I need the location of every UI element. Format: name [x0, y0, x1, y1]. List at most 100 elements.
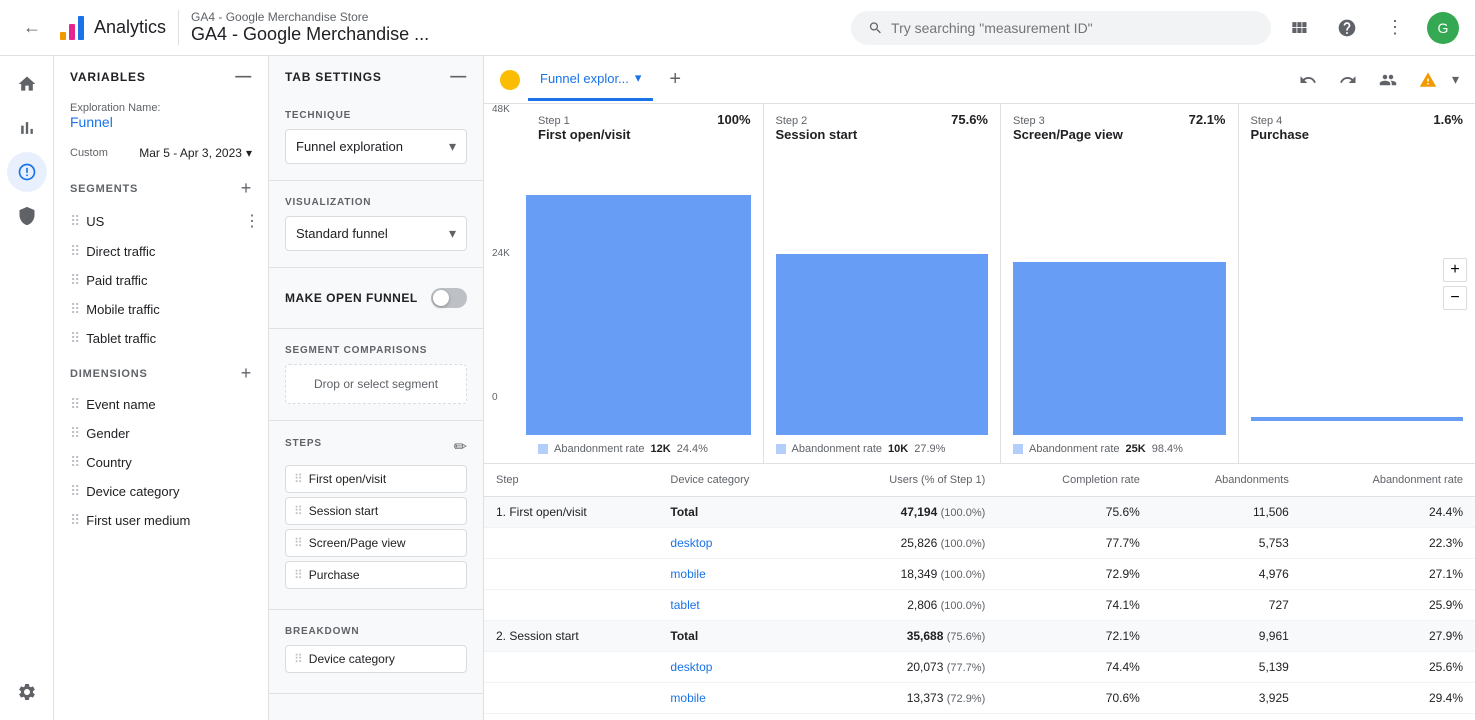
settings-icon: [17, 682, 37, 702]
share-button[interactable]: [1372, 64, 1404, 96]
step-1-abandonment: Abandonment rate 12K 24.4%: [526, 435, 763, 463]
segment-label-direct: Direct traffic: [86, 244, 260, 259]
redo-button[interactable]: [1332, 64, 1364, 96]
visualization-dropdown[interactable]: Standard funnel ▾: [285, 216, 467, 251]
abandonments-cell: 5,753: [1152, 528, 1301, 559]
ab-label: Abandonment rate: [1029, 443, 1120, 455]
grid-icon-button[interactable]: [1283, 12, 1315, 44]
steps-edit-button[interactable]: ✏: [454, 437, 467, 457]
users-cell: 2,079 (74.1%): [815, 714, 997, 720]
table-row: 2. Session start Total 35,688 (75.6%) 72…: [484, 621, 1475, 652]
ab-count-1: 12K: [651, 443, 671, 455]
users-cell: 25,826 (100.0%): [815, 528, 997, 559]
zoom-in-button[interactable]: +: [1443, 258, 1467, 282]
segment-drop-zone[interactable]: Drop or select segment: [285, 364, 467, 404]
device-cell-mobile: mobile: [658, 559, 814, 590]
steps-section: STEPS ✏ ⠿ First open/visit ⠿ Session sta…: [269, 421, 483, 610]
variables-minimize-button[interactable]: —: [235, 68, 252, 86]
step-cell-empty: [484, 652, 658, 683]
breakdown-device-category-item[interactable]: ⠿ Device category: [285, 645, 467, 673]
funnel-step-4-header: Step 4 Purchase 1.6%: [1239, 104, 1475, 150]
abandonment-rate-cell: 24.4%: [1301, 497, 1475, 528]
abandonments-cell: 727: [1152, 590, 1301, 621]
steps-label: STEPS: [285, 438, 322, 449]
step-1-bar-area: [526, 150, 763, 435]
step-cell: 2. Session start: [484, 621, 658, 652]
exploration-name-value[interactable]: Funnel: [70, 114, 252, 130]
col-header-device: Device category: [658, 464, 814, 497]
funnel-step-1-header: Step 1 First open/visit 100%: [526, 104, 763, 150]
zoom-out-button[interactable]: −: [1443, 286, 1467, 310]
funnel-exploration-tab[interactable]: Funnel explor... ▾: [528, 58, 653, 101]
segment-item-tablet-traffic[interactable]: ⠿ Tablet traffic: [54, 324, 268, 353]
segment-label-tablet: Tablet traffic: [86, 331, 260, 346]
step-item-screen-page-view[interactable]: ⠿ Screen/Page view: [285, 529, 467, 557]
device-cell-mobile: mobile: [658, 683, 814, 714]
drag-handle-icon: ⠿: [70, 454, 80, 471]
sidebar-item-reports[interactable]: [7, 108, 47, 148]
dimension-item-event-name[interactable]: ⠿ Event name: [54, 390, 268, 419]
tab-settings-minimize-button[interactable]: —: [450, 68, 467, 86]
step-3-percent: 72.1%: [1189, 112, 1226, 127]
abandonments-cell: 5,139: [1152, 652, 1301, 683]
tab-settings-panel: Tab Settings — TECHNIQUE Funnel explorat…: [269, 56, 484, 720]
sidebar-item-configure[interactable]: [7, 196, 47, 236]
col-header-abandonment-rate: Abandonment rate: [1301, 464, 1475, 497]
step-4-bar: [1251, 417, 1464, 421]
step-label-first-open: First open/visit: [309, 472, 386, 486]
back-button[interactable]: ←: [16, 12, 48, 44]
step-item-first-open[interactable]: ⠿ First open/visit: [285, 465, 467, 493]
step-item-session-start[interactable]: ⠿ Session start: [285, 497, 467, 525]
completion-cell: 62.4%: [997, 714, 1152, 720]
variables-panel-title: Variables: [70, 70, 146, 84]
undo-button[interactable]: [1292, 64, 1324, 96]
open-funnel-toggle[interactable]: [431, 288, 467, 308]
add-tab-button[interactable]: +: [661, 60, 689, 99]
help-icon-button[interactable]: [1331, 12, 1363, 44]
sidebar-item-settings[interactable]: [7, 672, 47, 712]
more-options-button[interactable]: ⋮: [1379, 12, 1411, 44]
segment-item-direct-traffic[interactable]: ⠿ Direct traffic: [54, 237, 268, 266]
tab-dropdown-arrow: ▾: [635, 70, 642, 86]
dimension-item-gender[interactable]: ⠿ Gender: [54, 419, 268, 448]
explore-icon: [17, 162, 37, 182]
add-segment-button[interactable]: +: [241, 178, 252, 199]
device-cell-total: Total: [658, 497, 814, 528]
logo-area: Analytics: [56, 12, 166, 44]
sidebar-item-home[interactable]: [7, 64, 47, 104]
search-bar[interactable]: [851, 11, 1271, 45]
date-range-picker[interactable]: Mar 5 - Apr 3, 2023 ▾: [139, 146, 252, 160]
col-header-users: Users (% of Step 1): [815, 464, 997, 497]
segment-item-mobile-traffic[interactable]: ⠿ Mobile traffic: [54, 295, 268, 324]
drag-handle-icon: ⠿: [294, 652, 303, 666]
users-cell: 18,349 (100.0%): [815, 559, 997, 590]
warning-button[interactable]: [1412, 64, 1444, 96]
drag-handle-icon: ⠿: [70, 483, 80, 500]
abandonment-rate-cell: 37.6%: [1301, 714, 1475, 720]
technique-dropdown[interactable]: Funnel exploration ▾: [285, 129, 467, 164]
step-3-bar-area: [1001, 150, 1238, 435]
abandonments-cell: 11,506: [1152, 497, 1301, 528]
segment-item-us[interactable]: ⠿ US ⋮: [54, 205, 268, 237]
segment-item-paid-traffic[interactable]: ⠿ Paid traffic: [54, 266, 268, 295]
funnel-tab-icon: [500, 70, 520, 90]
table-row: mobile 13,373 (72.9%) 70.6% 3,925 29.4%: [484, 683, 1475, 714]
step-item-purchase[interactable]: ⠿ Purchase: [285, 561, 467, 589]
segment-menu-button-us[interactable]: ⋮: [244, 211, 260, 231]
ab-label: Abandonment rate: [792, 443, 883, 455]
ab-count-2: 10K: [888, 443, 908, 455]
step-cell: 1. First open/visit: [484, 497, 658, 528]
funnel-data-table: Step Device category Users (% of Step 1)…: [484, 464, 1475, 720]
device-cell-desktop: desktop: [658, 652, 814, 683]
dimension-item-first-user-medium[interactable]: ⠿ First user medium: [54, 506, 268, 535]
completion-cell: 72.1%: [997, 621, 1152, 652]
avatar[interactable]: G: [1427, 12, 1459, 44]
dimension-item-country[interactable]: ⠿ Country: [54, 448, 268, 477]
add-dimension-button[interactable]: +: [241, 363, 252, 384]
search-input[interactable]: [891, 20, 1254, 36]
device-cell-desktop: desktop: [658, 528, 814, 559]
breakdown-device-category-label: Device category: [309, 652, 395, 666]
dimension-item-device-category[interactable]: ⠿ Device category: [54, 477, 268, 506]
visualization-section: Visualization Standard funnel ▾: [269, 181, 483, 268]
sidebar-item-explore[interactable]: [7, 152, 47, 192]
